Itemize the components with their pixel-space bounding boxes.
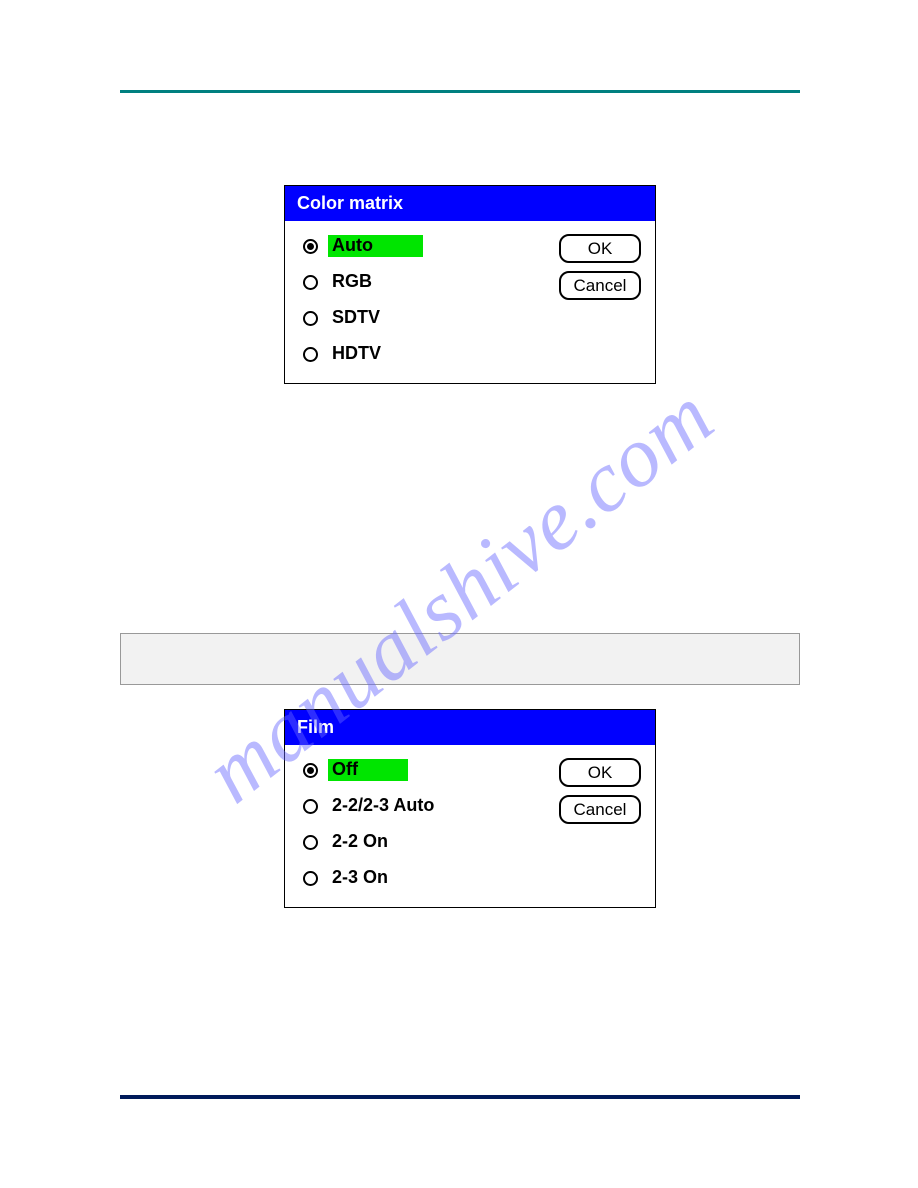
option-hdtv[interactable]: HDTV [303, 343, 641, 365]
option-label: RGB [328, 271, 376, 293]
option-label: 2-2 On [328, 831, 392, 853]
radio-icon [303, 763, 318, 778]
option-label: SDTV [328, 307, 384, 329]
radio-icon [303, 799, 318, 814]
option-label: HDTV [328, 343, 385, 365]
option-sdtv[interactable]: SDTV [303, 307, 641, 329]
dialog-title: Film [285, 710, 655, 745]
radio-icon [303, 311, 318, 326]
bottom-rule [120, 1095, 800, 1099]
ok-button[interactable]: OK [559, 234, 641, 263]
option-label: 2-2/2-3 Auto [328, 795, 438, 817]
cancel-button[interactable]: Cancel [559, 271, 641, 300]
option-22-on[interactable]: 2-2 On [303, 831, 641, 853]
option-label: Auto [328, 235, 423, 257]
option-label: Off [328, 759, 408, 781]
cancel-button[interactable]: Cancel [559, 795, 641, 824]
top-rule [120, 90, 800, 93]
dialog-title: Color matrix [285, 186, 655, 221]
ok-button[interactable]: OK [559, 758, 641, 787]
radio-icon [303, 239, 318, 254]
note-box [120, 633, 800, 685]
radio-icon [303, 347, 318, 362]
radio-icon [303, 835, 318, 850]
option-label: 2-3 On [328, 867, 392, 889]
color-matrix-dialog: Color matrix Auto RGB SDTV HDTV [284, 185, 656, 384]
radio-icon [303, 275, 318, 290]
radio-icon [303, 871, 318, 886]
option-23-on[interactable]: 2-3 On [303, 867, 641, 889]
film-dialog: Film Off 2-2/2-3 Auto 2-2 On 2-3 On [284, 709, 656, 908]
